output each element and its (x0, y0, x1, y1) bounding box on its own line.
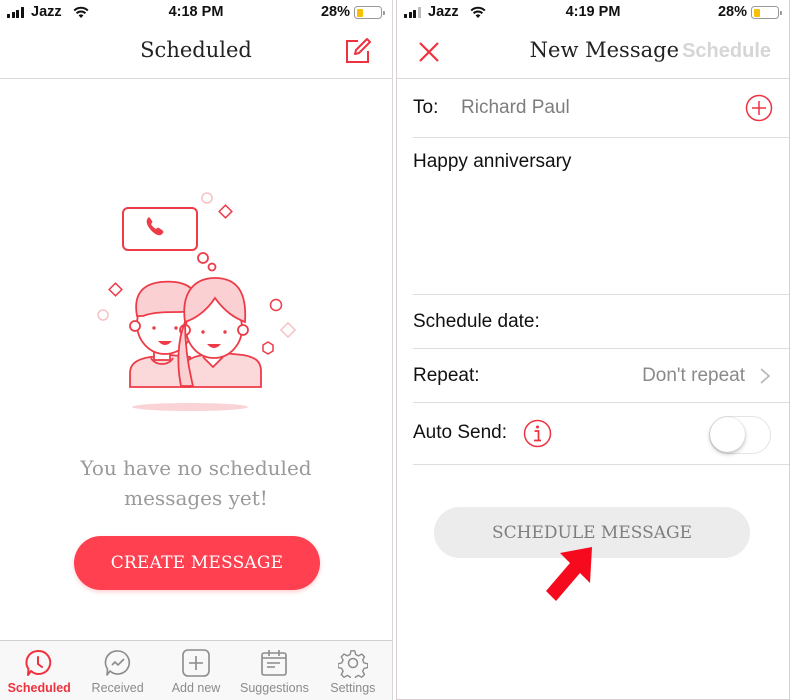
schedule-date-label: Schedule date: (413, 311, 540, 332)
auto-send-toggle[interactable] (709, 416, 771, 454)
status-bar: Jazz 4:19 PM 28% (397, 0, 789, 26)
clock-bubble-icon (25, 649, 52, 676)
tab-label: Settings (330, 681, 376, 695)
repeat-value: Don't repeat (642, 365, 745, 386)
auto-send-label: Auto Send: (413, 422, 508, 443)
tab-label: Received (91, 681, 144, 695)
page-title: Scheduled (140, 38, 252, 62)
checkmark-bubble-icon (104, 650, 130, 676)
recipient-row: To: Richard Paul (413, 80, 789, 138)
ground-shadow (132, 403, 248, 411)
nav-bar: New Message Schedule (397, 26, 789, 79)
call-bubble-icon (122, 207, 217, 272)
girl-figure (177, 277, 262, 388)
gear-icon (337, 650, 368, 678)
auto-send-row: Auto Send: (413, 403, 789, 465)
tab-scheduled[interactable]: Scheduled (0, 641, 78, 700)
close-icon[interactable] (417, 40, 441, 64)
toggle-knob (710, 417, 745, 452)
calendar-icon (261, 650, 288, 676)
battery-icon (354, 6, 385, 19)
status-bar: Jazz 4:18 PM 28% (0, 0, 392, 26)
tab-add-new[interactable]: Add new (157, 641, 235, 700)
page-title: New Message (529, 38, 679, 62)
tab-suggestions[interactable]: Suggestions (235, 641, 313, 700)
schedule-date-row[interactable]: Schedule date: (413, 295, 789, 349)
plus-square-icon (182, 649, 210, 677)
chevron-right-icon (760, 368, 771, 384)
empty-state-illustration (97, 192, 297, 411)
battery-icon (751, 6, 782, 19)
tab-bar: Scheduled Received Add new Suggestions S… (0, 640, 392, 700)
red-arrow-annotation (546, 547, 592, 601)
tab-received[interactable]: Received (78, 641, 156, 700)
battery-percent: 28% (717, 4, 747, 20)
add-recipient-icon[interactable] (745, 94, 773, 122)
tab-label: Add new (171, 681, 221, 695)
tab-label: Scheduled (7, 681, 71, 695)
recipient-field[interactable]: Richard Paul (461, 97, 570, 119)
tab-label: Suggestions (240, 681, 309, 695)
scheduled-screen: Jazz 4:18 PM 28% Scheduled You have no s… (0, 0, 393, 700)
battery-percent: 28% (320, 4, 350, 20)
schedule-nav-button[interactable]: Schedule (682, 40, 771, 63)
message-body-field[interactable]: Happy anniversary (413, 138, 789, 295)
nav-bar: Scheduled (0, 26, 392, 79)
new-message-screen: Jazz 4:19 PM 28% New Message Schedule To… (396, 0, 790, 700)
repeat-row[interactable]: Repeat: Don't repeat (413, 349, 789, 403)
empty-state-message: You have no scheduled messages yet! (80, 456, 312, 510)
create-message-button[interactable]: CREATE MESSAGE (74, 536, 320, 590)
info-icon[interactable] (523, 419, 552, 448)
repeat-label: Repeat: (413, 365, 480, 386)
to-label: To: (413, 97, 439, 118)
tab-settings[interactable]: Settings (314, 641, 392, 700)
compose-icon[interactable] (344, 37, 372, 65)
